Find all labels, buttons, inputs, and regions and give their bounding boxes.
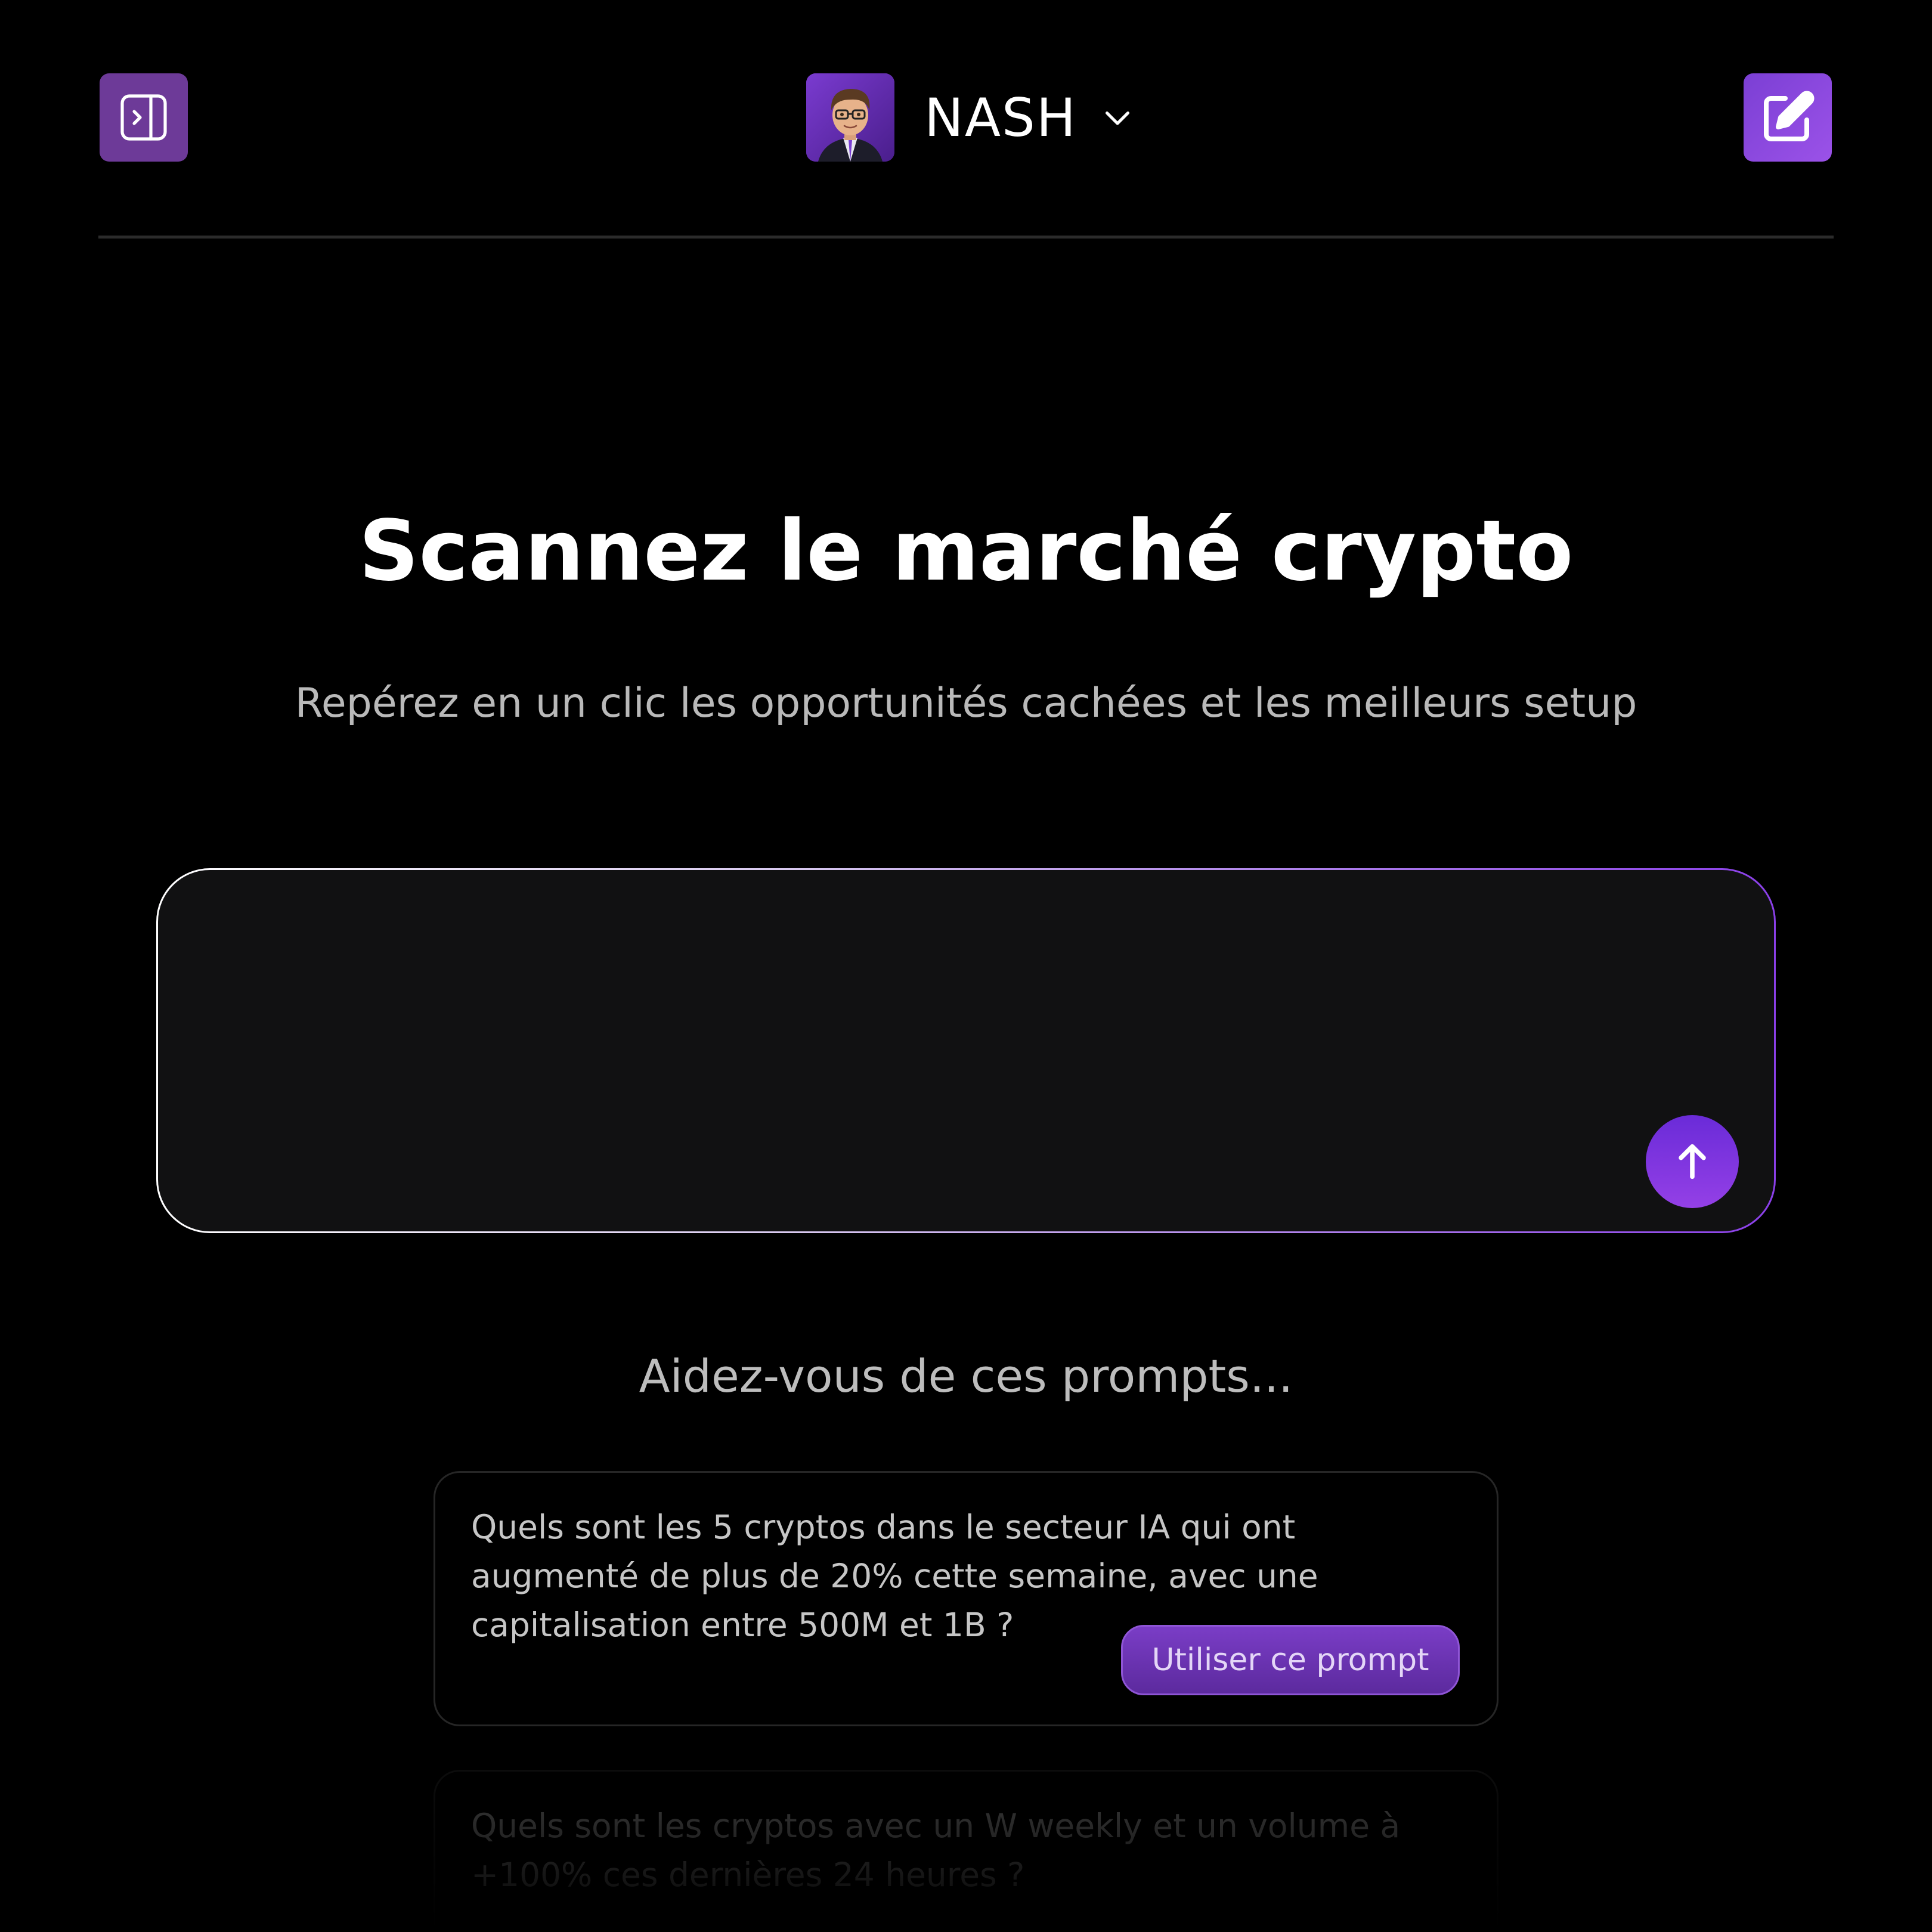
prompt-card: Quels sont les cryptos avec un W weekly … <box>434 1770 1498 1932</box>
bot-name: NASH <box>924 86 1078 148</box>
message-composer <box>156 868 1776 1233</box>
prompts-heading: Aidez-vous de ces prompts... <box>639 1349 1293 1402</box>
avatar <box>806 73 894 162</box>
arrow-up-icon <box>1679 1144 1706 1179</box>
prompt-card: Quels sont les 5 cryptos dans le secteur… <box>434 1471 1498 1726</box>
edit-icon <box>1764 91 1815 141</box>
sidebar-toggle-button[interactable] <box>100 73 188 162</box>
message-input[interactable] <box>194 906 1627 1123</box>
bot-selector[interactable]: NASH <box>806 73 1137 162</box>
prompt-text: Quels sont les cryptos avec un W weekly … <box>471 1807 1401 1894</box>
chevron-down-icon <box>1098 98 1137 137</box>
message-composer-inner <box>158 870 1774 1231</box>
new-chat-button[interactable] <box>1744 73 1832 162</box>
use-prompt-button[interactable]: Utiliser ce prompt <box>1121 1625 1460 1695</box>
page: NASH Scannez le marché crypto Repérez en… <box>0 0 1932 1932</box>
send-button[interactable] <box>1646 1115 1739 1208</box>
page-title: Scannez le marché crypto <box>358 503 1574 600</box>
page-subtitle: Repérez en un clic les opportunités cach… <box>295 680 1637 727</box>
sidebar-toggle-icon <box>120 94 167 141</box>
header-divider <box>98 236 1834 239</box>
